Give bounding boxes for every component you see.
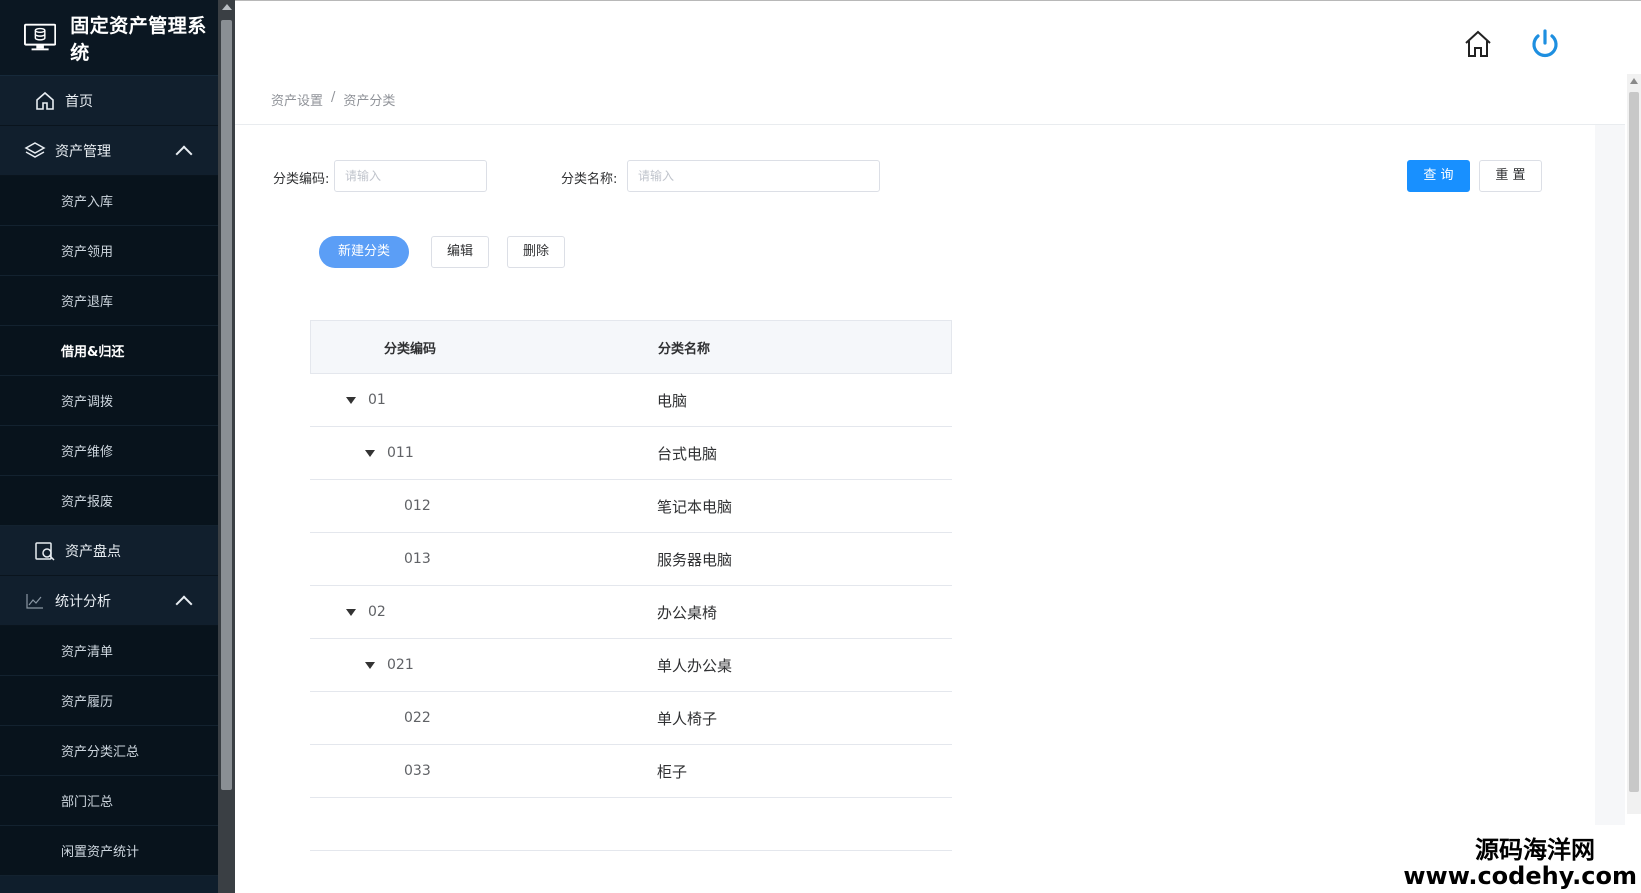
column-header-name: 分类名称 [658,341,711,357]
table-row[interactable]: 012 笔记本电脑 [310,480,952,533]
sidebar-item-inventory[interactable]: 资产盘点 [0,526,218,576]
row-code: 012 [404,498,431,514]
top-divider [235,0,1641,4]
app-title: 固定资产管理系统 [70,14,207,64]
breadcrumb-item-asset-category: 资产分类 [343,94,396,109]
sidebar-item-idle-stats[interactable]: 闲置资产统计 [0,826,218,876]
power-icon[interactable] [1529,28,1561,60]
category-name-input[interactable]: 请输入 [627,160,880,192]
home-icon [36,91,54,110]
header-actions [1463,28,1561,60]
category-code-input[interactable]: 请输入 [334,160,487,192]
action-bar: 新建分类 编辑 删除 [235,236,1035,270]
row-name: 单人办公桌 [657,656,733,675]
row-name: 单人椅子 [657,709,718,728]
chevron-up-icon [175,145,193,162]
row-name: 柜子 [657,762,688,781]
sidebar-item-category-summary[interactable]: 资产分类汇总 [0,726,218,776]
sidebar-group-label: 统计分析 [55,593,111,610]
breadcrumb: 资产设置 / 资产分类 [271,90,395,109]
breadcrumb-separator: / [331,90,336,105]
sidebar-item-label: 资产盘点 [65,543,121,560]
scrollbar-thumb[interactable] [1629,92,1639,792]
scroll-up-arrow-icon[interactable] [1630,78,1638,84]
row-code: 033 [404,763,431,779]
sidebar-group-asset-management[interactable]: 资产管理 [0,126,218,176]
caret-down-icon[interactable] [346,608,356,616]
sidebar-item-asset-scrap[interactable]: 资产报废 [0,476,218,526]
category-name-label: 分类名称: [561,172,618,187]
sidebar-item-asset-list[interactable]: 资产清单 [0,626,218,676]
monitor-database-icon [24,23,57,50]
main-content: 资产设置 / 资产分类 分类编码: 请输入 分类名称: 请输入 查 询 重 置 … [235,0,1641,893]
table-row[interactable]: 013 服务器电脑 [310,533,952,586]
caret-down-icon[interactable] [365,661,375,669]
caret-down-icon[interactable] [346,396,356,404]
sidebar-item-asset-receive[interactable]: 资产领用 [0,226,218,276]
watermark-line-2: www.codehy.com [1403,862,1637,890]
app-root: 固定资产管理系统 首页 资产管理 资产入库 资产领用 资产退库 借用&归还 资产… [0,0,1641,893]
reset-button[interactable]: 重 置 [1479,160,1542,192]
new-category-button[interactable]: 新建分类 [319,236,409,268]
delete-button[interactable]: 删除 [507,236,565,268]
row-code: 011 [387,445,414,461]
chevron-up-icon [175,595,193,612]
submenu-asset-management: 资产入库 资产领用 资产退库 借用&归还 资产调拨 资产维修 资产报废 [0,176,218,526]
caret-down-icon[interactable] [365,449,375,457]
row-code: 01 [368,392,386,408]
watermark-line-1: 源码海洋网 [1475,836,1595,864]
table-row[interactable]: 022 单人椅子 [310,692,952,745]
sidebar: 固定资产管理系统 首页 资产管理 资产入库 资产领用 资产退库 借用&归还 资产… [0,0,218,893]
column-header-code: 分类编码 [384,341,437,357]
sidebar-item-asset-history[interactable]: 资产履历 [0,676,218,726]
app-logo: 固定资产管理系统 [0,0,218,76]
breadcrumb-item-asset-settings[interactable]: 资产设置 [271,90,323,109]
inventory-search-icon [35,541,55,561]
sidebar-group-statistics[interactable]: 统计分析 [0,576,218,626]
header-divider [235,124,1625,125]
sidebar-item-department-summary[interactable]: 部门汇总 [0,776,218,826]
scroll-up-arrow-icon[interactable] [222,4,232,10]
table-row[interactable]: 011 台式电脑 [310,427,952,480]
row-code: 013 [404,551,431,567]
table-row[interactable]: 01 电脑 [310,374,952,427]
sidebar-item-home[interactable]: 首页 [0,76,218,126]
row-code: 021 [387,657,414,673]
row-name: 办公桌椅 [657,603,718,622]
query-button[interactable]: 查 询 [1407,160,1470,192]
table-header: 分类编码 分类名称 [310,320,952,374]
category-tree-table: 分类编码 分类名称 01 电脑 011 台式电脑 012 笔记本电脑 013 服… [310,320,952,851]
sidebar-item-asset-transfer[interactable]: 资产调拨 [0,376,218,426]
main-scrollbar[interactable] [1627,74,1641,814]
layers-icon [24,141,46,158]
table-row[interactable]: 021 单人办公桌 [310,639,952,692]
row-name: 服务器电脑 [657,550,733,569]
site-watermark: 源码海洋网 www.codehy.com [1403,837,1637,889]
row-name: 笔记本电脑 [657,497,733,516]
edit-button[interactable]: 编辑 [431,236,489,268]
sidebar-item-asset-repair[interactable]: 资产维修 [0,426,218,476]
table-row[interactable]: 033 柜子 [310,745,952,798]
line-chart-icon [26,593,43,609]
home-icon[interactable] [1463,29,1493,59]
right-gutter [1595,125,1625,825]
row-name: 电脑 [657,391,688,410]
sidebar-item-borrow-return[interactable]: 借用&归还 [0,326,218,376]
sidebar-scrollbar[interactable] [218,0,235,893]
sidebar-item-asset-in[interactable]: 资产入库 [0,176,218,226]
submenu-statistics: 资产清单 资产履历 资产分类汇总 部门汇总 闲置资产统计 [0,626,218,876]
sidebar-item-label: 首页 [65,93,93,110]
row-code: 022 [404,710,431,726]
table-empty-row [310,798,952,851]
sidebar-item-asset-return[interactable]: 资产退库 [0,276,218,326]
row-code: 02 [368,604,386,620]
scrollbar-thumb[interactable] [221,20,232,790]
category-code-label: 分类编码: [273,172,330,187]
table-row[interactable]: 02 办公桌椅 [310,586,952,639]
row-name: 台式电脑 [657,444,718,463]
sidebar-group-label: 资产管理 [55,143,111,160]
